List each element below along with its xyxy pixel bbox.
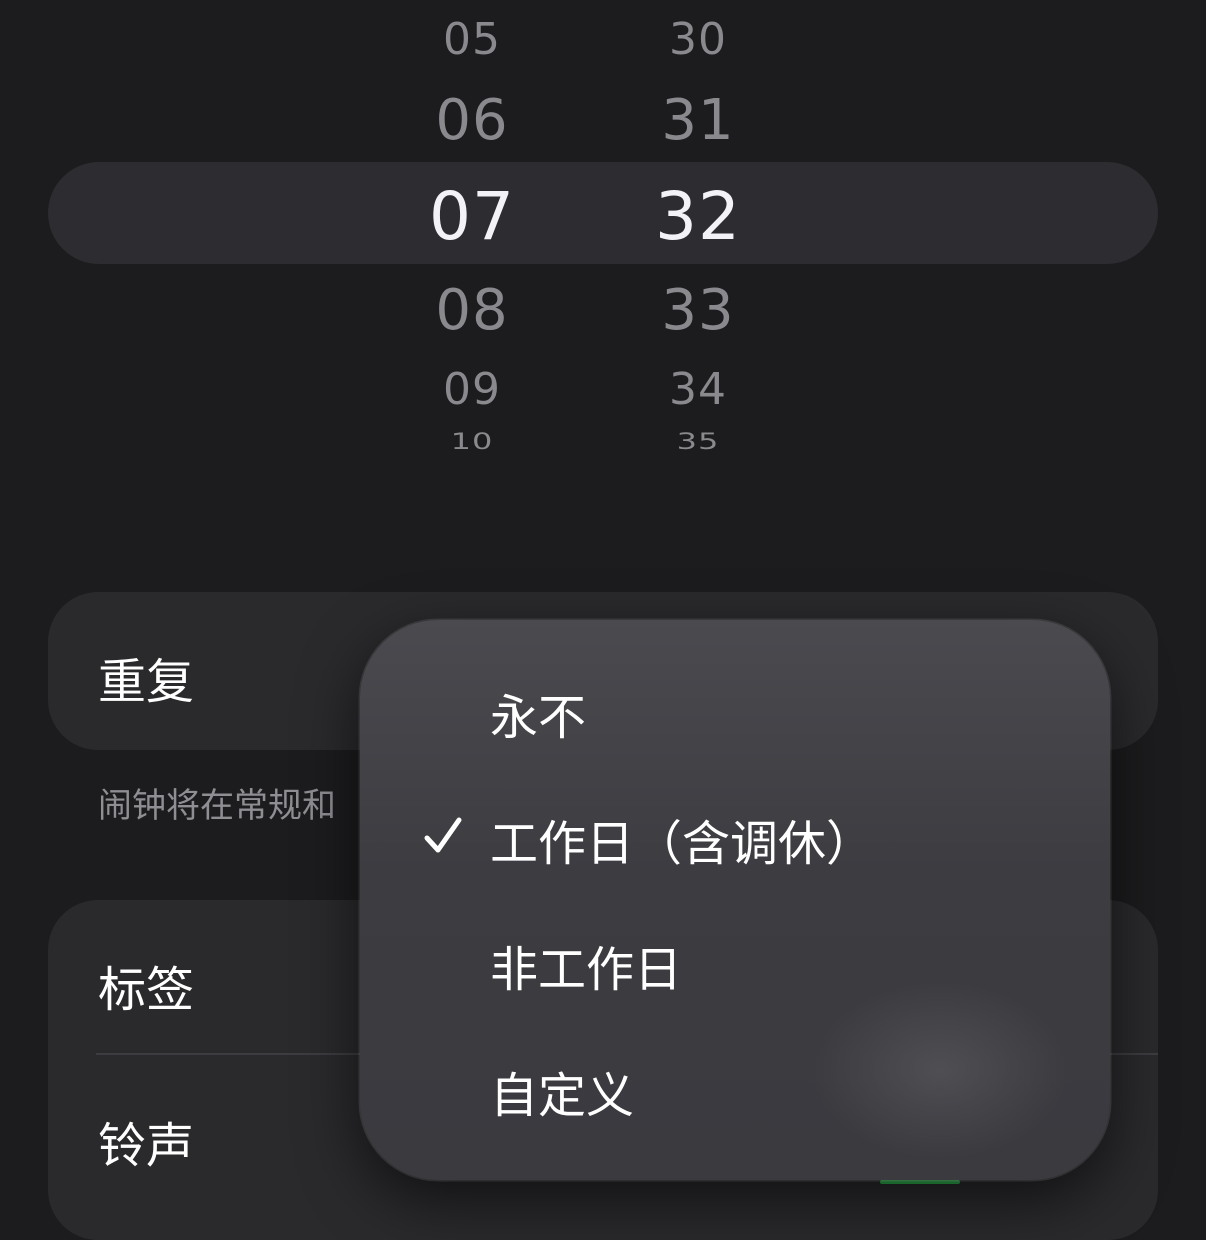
- hour-option[interactable]: 08: [372, 278, 572, 343]
- repeat-options-menu: 永不 工作日（含调休） 非工作日 自定义: [360, 620, 1110, 1180]
- hour-option[interactable]: 09: [372, 364, 572, 415]
- hour-option[interactable]: 06: [372, 88, 572, 153]
- minute-selected[interactable]: 32: [598, 178, 798, 255]
- menu-item-label: 永不: [490, 690, 587, 746]
- menu-item-label: 非工作日: [490, 942, 683, 998]
- menu-item-label: 工作日（含调休）: [490, 816, 875, 872]
- minute-option[interactable]: 30: [598, 14, 798, 65]
- toggle-edge: [880, 1180, 960, 1184]
- repeat-label: 重复: [98, 654, 195, 710]
- menu-item-non-workdays[interactable]: 非工作日: [360, 902, 1110, 1028]
- label-row-label: 标签: [98, 962, 195, 1018]
- menu-item-custom[interactable]: 自定义: [360, 1028, 1110, 1154]
- minute-option[interactable]: 31: [598, 88, 798, 153]
- hour-option[interactable]: 05: [372, 14, 572, 65]
- minute-option[interactable]: 35: [598, 428, 798, 455]
- hour-selected[interactable]: 07: [372, 178, 572, 255]
- hour-option[interactable]: 10: [372, 428, 572, 455]
- repeat-hint-text: 闹钟将在常规和: [98, 786, 336, 826]
- minute-option[interactable]: 34: [598, 364, 798, 415]
- menu-item-never[interactable]: 永不: [360, 650, 1110, 776]
- menu-item-workdays[interactable]: 工作日（含调休）: [360, 776, 1110, 902]
- minute-option[interactable]: 33: [598, 278, 798, 343]
- checkmark-icon: [424, 817, 462, 853]
- time-picker[interactable]: 05 06 07 08 09 10 30 31 32 33 34 35: [0, 0, 1206, 500]
- ringtone-row-label: 铃声: [98, 1118, 195, 1174]
- menu-item-label: 自定义: [490, 1068, 635, 1124]
